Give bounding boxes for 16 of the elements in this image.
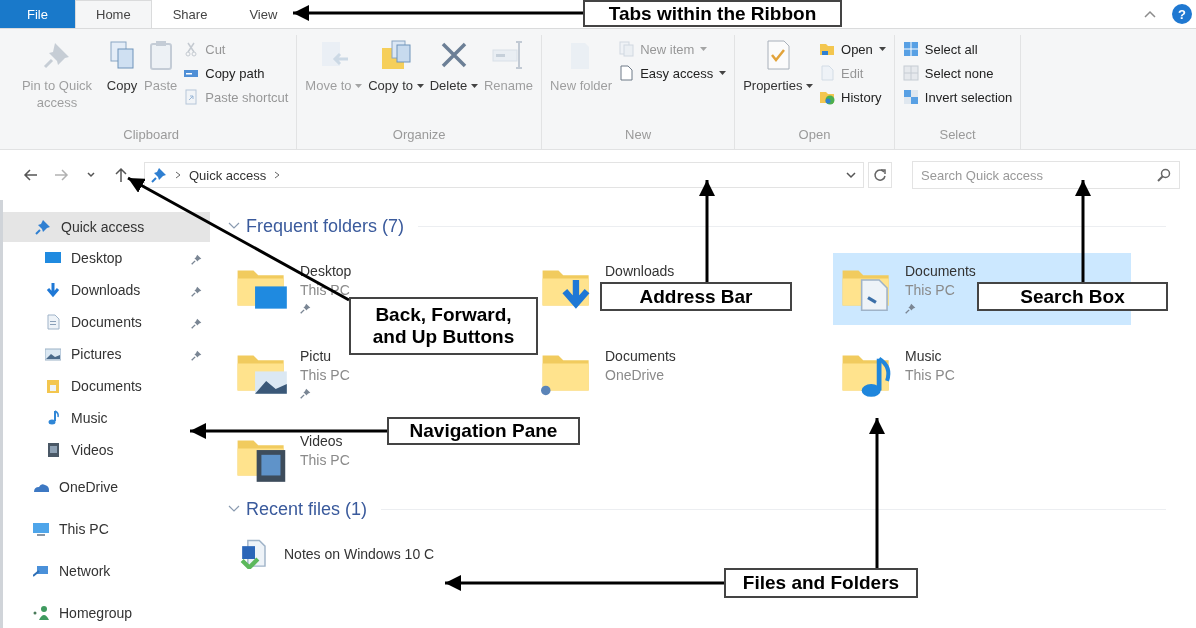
folder-location: This PC (300, 452, 350, 468)
group-label: New (624, 126, 653, 144)
folder-location: This PC (905, 282, 955, 298)
folder-location: OneDrive (605, 367, 665, 383)
annotation-tooltip: Files and Folders (724, 568, 918, 598)
group-label: Select (938, 126, 977, 144)
folder-location: This PC (905, 367, 955, 383)
annotation-tooltip: Search Box (977, 282, 1168, 311)
annotation-tooltip: Back, Forward, and Up Buttons (349, 297, 538, 355)
annotation-tooltip: Tabs within the Ribbon (583, 0, 842, 27)
annotation-tooltip: Address Bar (600, 282, 792, 311)
group-label: Organize (391, 126, 447, 144)
annotation-tooltip: Navigation Pane (387, 417, 580, 445)
folder-location: This PC (300, 367, 350, 383)
group-label: Clipboard (122, 126, 180, 144)
group-label: Open (797, 126, 832, 144)
